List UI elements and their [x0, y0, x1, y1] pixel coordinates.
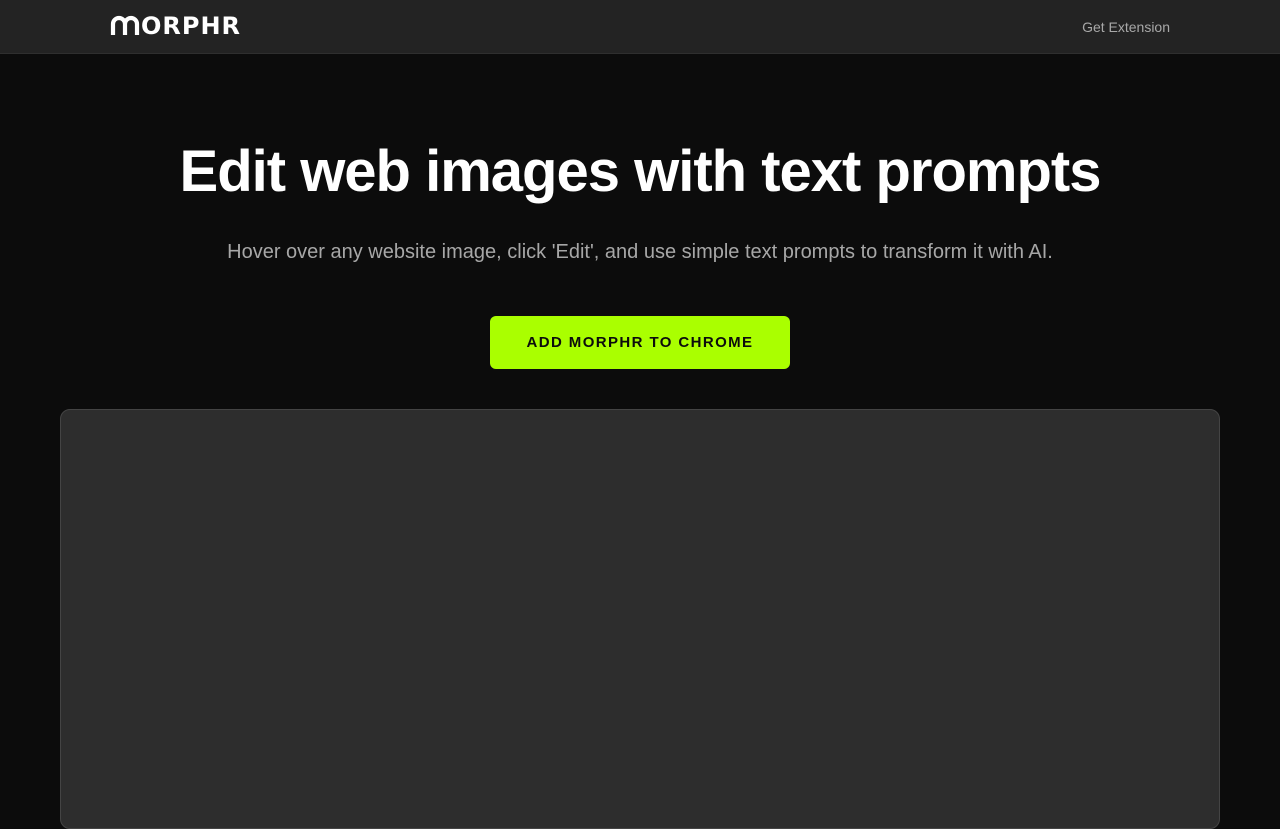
hero-title: Edit web images with text prompts — [179, 139, 1102, 204]
demo-preview-panel — [60, 409, 1220, 829]
morphr-logo[interactable]: ORPHR — [110, 14, 241, 38]
morphr-m-logo-icon — [110, 15, 140, 35]
top-navigation-bar: ORPHR Get Extension — [0, 0, 1280, 54]
get-extension-link[interactable]: Get Extension — [1082, 18, 1170, 36]
add-to-chrome-button[interactable]: ADD MORPHR TO CHROME — [490, 316, 790, 369]
hero-subtitle: Hover over any website image, click 'Edi… — [227, 241, 1053, 263]
logo-text: ORPHR — [141, 12, 242, 40]
